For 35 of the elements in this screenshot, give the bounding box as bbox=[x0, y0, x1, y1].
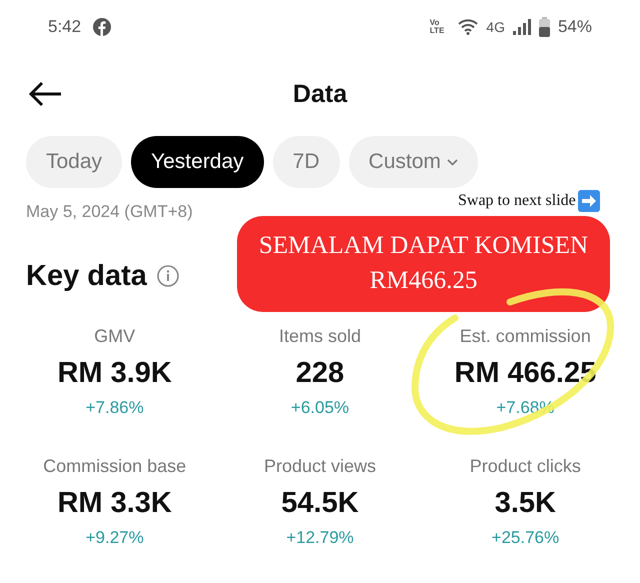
volte-label: Vo LTE bbox=[430, 19, 444, 35]
metric-label: Items sold bbox=[278, 326, 361, 347]
section-title: Key data bbox=[26, 260, 147, 292]
swipe-caption: Swap to next slide bbox=[458, 192, 576, 210]
metric-change: +25.76% bbox=[492, 528, 560, 548]
metric-value: 228 bbox=[296, 357, 344, 390]
metric-value: RM 3.9K bbox=[57, 357, 172, 390]
metric-change: +9.27% bbox=[86, 528, 144, 548]
metric-label: Product clicks bbox=[470, 456, 581, 477]
back-arrow-icon[interactable] bbox=[28, 81, 62, 107]
page-title: Data bbox=[292, 80, 348, 108]
metric-label: GMV bbox=[94, 326, 136, 347]
metric-label: Commission base bbox=[43, 456, 186, 477]
metric-value: RM 3.3K bbox=[57, 487, 172, 520]
metric-label: Est. commission bbox=[460, 326, 591, 347]
metric-change: +6.05% bbox=[290, 398, 350, 418]
metric-change: +7.86% bbox=[86, 398, 144, 418]
status-time: 5:42 bbox=[48, 17, 82, 37]
network-type: 4G bbox=[486, 19, 505, 35]
date-tab[interactable]: Custom bbox=[348, 136, 478, 188]
info-icon[interactable] bbox=[156, 265, 179, 287]
date-tab[interactable]: Today bbox=[26, 136, 122, 188]
metric-label: Product views bbox=[264, 456, 376, 477]
metric-value: 54.5K bbox=[281, 487, 359, 520]
battery-icon bbox=[538, 17, 550, 37]
metric-change: +12.79% bbox=[286, 528, 354, 548]
battery-percent: 54% bbox=[558, 17, 592, 37]
facebook-icon bbox=[93, 18, 112, 36]
date-range: May 5, 2024 (GMT+8) bbox=[26, 202, 193, 222]
metric-value: 3.5K bbox=[494, 487, 556, 520]
promo-banner: SEMALAM DAPAT KOMISEN RM466.25 bbox=[237, 216, 610, 312]
wifi-icon bbox=[458, 19, 478, 35]
date-tab[interactable]: Yesterday bbox=[131, 136, 264, 188]
date-tab[interactable]: 7D bbox=[272, 136, 340, 188]
signal-icon bbox=[512, 19, 531, 35]
